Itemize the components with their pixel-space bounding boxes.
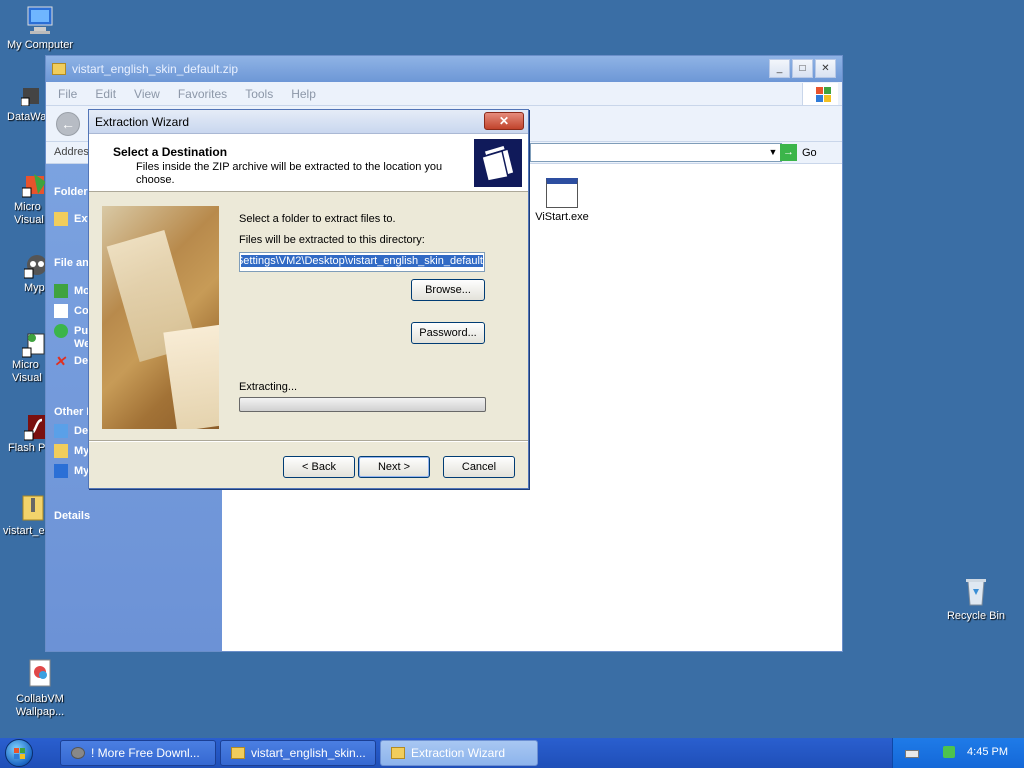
back-arrow-icon[interactable]: ← <box>56 112 80 136</box>
zip-folder-icon <box>52 63 66 75</box>
address-input[interactable]: ▼ <box>530 143 782 162</box>
browse-button[interactable]: Browse... <box>411 279 485 301</box>
wizard-header: Select a Destination Files inside the ZI… <box>89 134 528 192</box>
extraction-progress-bar <box>239 397 486 412</box>
task-extract[interactable]: Ext <box>54 212 91 226</box>
menu-view[interactable]: View <box>134 87 160 101</box>
zip-folders-icon <box>474 139 522 187</box>
extract-icon <box>54 212 68 226</box>
explorer-menu-bar: File Edit View Favorites Tools Help <box>46 82 842 106</box>
back-button[interactable]: < Back <box>283 456 355 478</box>
wizard-side-image <box>102 206 219 429</box>
taskbar: ! More Free Downl... vistart_english_ski… <box>0 738 1024 768</box>
taskbar-button-vistart-zip[interactable]: vistart_english_skin... <box>220 740 376 766</box>
desktop-icon-label: CollabVM <box>16 693 64 705</box>
place-my-documents[interactable]: My <box>54 444 89 458</box>
folder-icon <box>391 747 405 759</box>
desktop-icon-my-computer[interactable]: My Computer <box>0 4 80 52</box>
copy-icon <box>54 304 68 318</box>
system-tray: 4:45 PM <box>892 738 1024 768</box>
window-buttons: _ □ ✕ <box>769 59 836 78</box>
desktop-icon-recycle-bin[interactable]: Recycle Bin <box>936 575 1016 623</box>
next-button[interactable]: Next > <box>358 456 430 478</box>
network-icon[interactable] <box>943 746 955 758</box>
file-label: ViStart.exe <box>535 211 589 223</box>
keyboard-icon[interactable] <box>905 750 919 758</box>
extraction-wizard-dialog: Extraction Wizard ✕ Select a Destination… <box>88 109 529 489</box>
desktop-icon <box>54 424 68 438</box>
address-label: Addres <box>54 146 89 158</box>
clock[interactable]: 4:45 PM <box>967 746 1008 758</box>
delete-icon: ✕ <box>54 353 66 369</box>
application-icon <box>546 178 578 208</box>
explorer-title-bar[interactable]: vistart_english_skin_default.zip _ □ ✕ <box>46 56 842 82</box>
wizard-title-bar[interactable]: Extraction Wizard ✕ <box>89 110 528 134</box>
zip-folder-icon <box>231 747 245 759</box>
go-button[interactable]: → Go <box>780 143 830 162</box>
close-button[interactable]: ✕ <box>815 59 836 78</box>
select-folder-label: Select a folder to extract files to. <box>239 213 396 225</box>
divider <box>89 440 528 442</box>
computer-icon <box>24 4 56 36</box>
menu-help[interactable]: Help <box>291 87 316 101</box>
taskbar-button-more-free-downloads[interactable]: ! More Free Downl... <box>60 740 216 766</box>
cancel-button[interactable]: Cancel <box>443 456 515 478</box>
menu-favorites[interactable]: Favorites <box>178 87 227 101</box>
destination-path-input[interactable]: C:\Documents and Settings\VM2\Desktop\vi… <box>239 252 485 272</box>
wizard-step-description: Files inside the ZIP archive will be ext… <box>136 161 443 186</box>
menu-file[interactable]: File <box>58 87 77 101</box>
folder-icon <box>54 444 68 458</box>
move-icon <box>54 284 68 298</box>
windows-orb-icon <box>5 739 33 767</box>
desktop-icon-vistart-zip[interactable]: vistart_e <box>3 494 49 538</box>
section-folder[interactable]: Folder <box>54 186 88 198</box>
raccoon-icon <box>71 747 85 759</box>
directory-label: Files will be extracted to this director… <box>239 234 425 246</box>
recycle-bin-icon <box>960 575 992 607</box>
go-label: Go <box>802 146 817 159</box>
place-desktop[interactable]: De <box>54 424 88 438</box>
taskbar-button-extraction-wizard[interactable]: Extraction Wizard <box>380 740 538 766</box>
task-publish-web[interactable]: We <box>54 337 90 351</box>
menu-tools[interactable]: Tools <box>245 87 273 101</box>
image-file-icon <box>24 658 56 690</box>
maximize-button[interactable]: □ <box>792 59 813 78</box>
windows-logo-icon <box>802 83 838 105</box>
task-publish[interactable]: Pu <box>54 324 88 338</box>
computer-icon <box>54 464 68 478</box>
desktop-icon-collabvm-wallpaper[interactable]: CollabVM Wallpap... <box>0 658 80 719</box>
menu-edit[interactable]: Edit <box>95 87 116 101</box>
extracting-label: Extracting... <box>239 381 298 393</box>
desktop-icon-label: vistart_e <box>3 525 45 537</box>
start-button[interactable] <box>5 739 45 767</box>
place-my-computer[interactable]: My <box>54 464 89 478</box>
minimize-button[interactable]: _ <box>769 59 790 78</box>
close-button[interactable]: ✕ <box>484 112 524 130</box>
destination-path-value: C:\Documents and Settings\VM2\Desktop\vi… <box>241 255 483 267</box>
file-item-vistart-exe[interactable]: ViStart.exe <box>532 178 592 223</box>
go-arrow-icon: → <box>780 144 797 161</box>
task-copy[interactable]: Co <box>54 304 89 318</box>
publish-icon <box>54 324 68 338</box>
section-file-and-folder[interactable]: File an <box>54 257 89 269</box>
task-delete[interactable]: ✕ De <box>54 354 88 368</box>
desktop-icon-label: Recycle Bin <box>946 610 1006 622</box>
section-details[interactable]: Details <box>54 510 90 522</box>
task-move[interactable]: Mo <box>54 284 90 298</box>
chevron-down-icon[interactable]: ▼ <box>765 144 781 161</box>
wizard-step-title: Select a Destination <box>113 145 228 159</box>
password-button[interactable]: Password... <box>411 322 485 344</box>
desktop-icon-label: Wallpap... <box>15 706 65 718</box>
explorer-title: vistart_english_skin_default.zip <box>72 62 239 76</box>
desktop-icon-label: My Computer <box>6 39 74 51</box>
wizard-title: Extraction Wizard <box>95 114 190 129</box>
